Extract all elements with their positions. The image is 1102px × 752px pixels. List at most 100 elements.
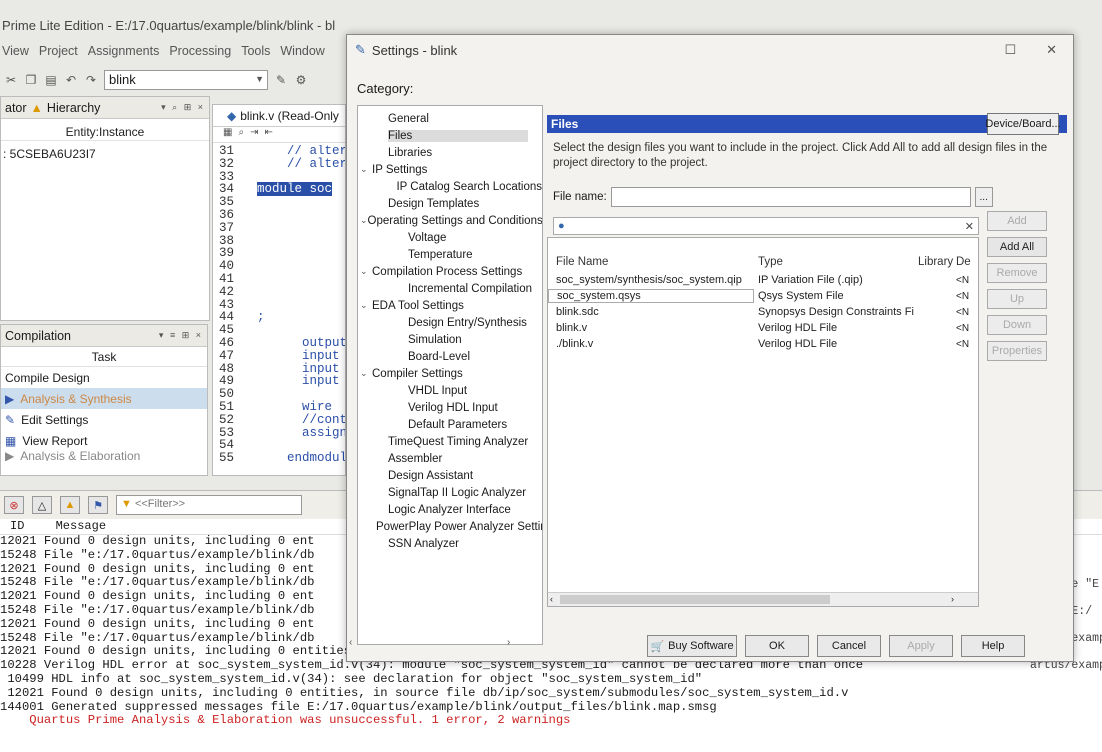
find-icon[interactable]: ⌕ <box>238 127 244 142</box>
restore-icon[interactable]: ☐ <box>1004 42 1016 58</box>
undo-icon[interactable]: ↶ <box>64 73 78 87</box>
clear-search-icon[interactable]: ✕ <box>965 220 978 233</box>
up-button[interactable]: Up <box>987 289 1047 309</box>
navigator-tab-label[interactable]: ator <box>5 101 27 115</box>
project-combo[interactable]: blink ▼ <box>104 70 268 90</box>
menu-project[interactable]: Project <box>39 42 78 64</box>
critical-warning-filter-icon[interactable]: △ <box>32 496 52 514</box>
gear-icon[interactable]: ⚙ <box>294 73 308 87</box>
scrollbar-thumb[interactable] <box>560 595 830 604</box>
editor-body[interactable]: 31 32 33 34 35 36 37 38 39 40 41 42 43 44 45 46 47 48 49 50… <box>213 145 345 475</box>
scroll-right-icon[interactable]: › <box>507 637 510 648</box>
category-item[interactable]: SignalTap II Logic Analyzer <box>358 484 542 501</box>
category-item[interactable]: Design Entry/Synthesis <box>358 314 542 331</box>
properties-button[interactable]: Properties <box>987 341 1047 361</box>
pane-controls-icon[interactable]: ▾ ⌕ ⊞ × <box>161 102 205 113</box>
scroll-left-icon[interactable]: ‹ <box>349 637 352 648</box>
message-line[interactable]: 12021 Found 0 design units, including 0 … <box>0 687 1102 701</box>
editor-tab[interactable]: ◆ blink.v (Read-Only <box>213 105 345 127</box>
category-item[interactable]: Verilog HDL Input <box>358 399 542 416</box>
category-item[interactable]: ⌄ Operating Settings and Conditions <box>358 212 542 229</box>
menu-processing[interactable]: Processing <box>169 42 231 64</box>
copy-icon[interactable]: ❐ <box>24 73 38 87</box>
category-item[interactable]: Libraries <box>358 144 542 161</box>
category-item[interactable]: Simulation <box>358 331 542 348</box>
category-item[interactable]: ⌄ Compiler Settings <box>358 365 542 382</box>
menu-view[interactable]: View <box>2 42 29 64</box>
redo-icon[interactable]: ↷ <box>84 73 98 87</box>
category-item[interactable]: Temperature <box>358 246 542 263</box>
expand-chevron-icon[interactable]: ⌄ <box>360 164 372 175</box>
category-item[interactable]: Logic Analyzer Interface <box>358 501 542 518</box>
menu-window[interactable]: Window <box>280 42 324 64</box>
category-item[interactable]: IP Catalog Search Locations <box>358 178 542 195</box>
category-item[interactable]: Default Parameters <box>358 416 542 433</box>
cancel-button[interactable]: Cancel <box>817 635 881 657</box>
file-row[interactable]: ./blink.v Verilog HDL File <N <box>548 336 978 352</box>
menu-assignments[interactable]: Assignments <box>88 42 160 64</box>
pane-controls-icon[interactable]: ▾ ≡ ⊞ × <box>159 330 203 341</box>
message-line[interactable]: 144001 Generated suppressed messages fil… <box>0 701 1102 715</box>
category-item[interactable]: TimeQuest Timing Analyzer <box>358 433 542 450</box>
error-filter-icon[interactable]: ⊗ <box>4 496 24 514</box>
task-analysis-synthesis[interactable]: ▶ Analysis & Synthesis <box>1 388 207 409</box>
category-item[interactable]: VHDL Input <box>358 382 542 399</box>
device-board-button[interactable]: Device/Board... <box>985 113 1061 135</box>
add-all-button[interactable]: Add All <box>987 237 1047 257</box>
hierarchy-tab[interactable]: Hierarchy <box>47 101 101 115</box>
file-search-input[interactable]: ● ✕ <box>553 217 979 235</box>
category-item[interactable]: Design Assistant <box>358 467 542 484</box>
code-text[interactable]: // altera // altera module soc; output in… <box>253 145 345 475</box>
category-item[interactable]: Files <box>358 127 542 144</box>
ok-button[interactable]: OK <box>745 635 809 657</box>
category-item[interactable]: ⌄ EDA Tool Settings <box>358 297 542 314</box>
category-item[interactable]: Design Templates <box>358 195 542 212</box>
file-row[interactable]: soc_system/synthesis/soc_system.qip IP Va… <box>548 272 978 288</box>
expand-chevron-icon[interactable]: ⌄ <box>360 368 372 379</box>
help-button[interactable]: Help <box>961 635 1025 657</box>
remove-button[interactable]: Remove <box>987 263 1047 283</box>
editor-tool-icon[interactable]: ▦ <box>223 127 232 142</box>
outdent-icon[interactable]: ⇤ <box>264 127 272 142</box>
task-view-report[interactable]: ▦ View Report <box>1 430 207 451</box>
category-hscroll[interactable]: ‹ › <box>347 637 527 651</box>
expand-chevron-icon[interactable]: ⌄ <box>360 300 372 311</box>
browse-button[interactable]: ... <box>974 187 993 207</box>
settings-wand-icon[interactable]: ✎ <box>274 73 288 87</box>
type-column-header[interactable]: Type <box>754 256 914 268</box>
compilation-flow-select[interactable]: Compilation <box>5 329 71 343</box>
file-name-column-header[interactable]: File Name <box>548 256 754 268</box>
message-line[interactable]: Quartus Prime Analysis & Elaboration was… <box>0 714 1102 728</box>
file-row[interactable]: soc_system.qsys Qsys System File <N <box>548 288 978 304</box>
indent-icon[interactable]: ⇥ <box>250 127 258 142</box>
category-item[interactable]: ⌄ IP Settings <box>358 161 542 178</box>
file-name-input[interactable] <box>610 187 971 207</box>
category-item[interactable]: SSN Analyzer <box>358 535 542 552</box>
scroll-right-icon[interactable]: › <box>951 594 954 604</box>
task-compile-design[interactable]: Compile Design <box>1 367 207 388</box>
close-icon[interactable]: ✕ <box>1046 42 1057 58</box>
category-item[interactable]: PowerPlay Power Analyzer Settings <box>358 518 542 535</box>
task-analysis-elaboration[interactable]: ▶ Analysis & Elaboration <box>1 451 207 461</box>
category-item[interactable]: Incremental Compilation <box>358 280 542 297</box>
scroll-left-icon[interactable]: ‹ <box>550 594 553 604</box>
file-row[interactable]: blink.sdc Synopsys Design Constraints Fil… <box>548 304 978 320</box>
message-filter-input[interactable]: ▼ <<Filter>> <box>116 495 302 515</box>
hierarchy-device[interactable]: : 5CSEBA6U23I7 <box>1 141 209 167</box>
down-button[interactable]: Down <box>987 315 1047 335</box>
add-button[interactable]: Add <box>987 211 1047 231</box>
buy-software-button[interactable]: 🛒 Buy Software <box>647 635 737 657</box>
file-row[interactable]: blink.v Verilog HDL File <N <box>548 320 978 336</box>
warning-filter-icon[interactable]: ▲ <box>60 496 80 514</box>
task-edit-settings[interactable]: ✎ Edit Settings <box>1 409 207 430</box>
category-item[interactable]: ⌄ Compilation Process Settings <box>358 263 542 280</box>
horizontal-scrollbar[interactable]: ‹ › <box>548 592 978 606</box>
category-item[interactable]: Board-Level <box>358 348 542 365</box>
cut-icon[interactable]: ✂ <box>4 73 18 87</box>
expand-chevron-icon[interactable]: ⌄ <box>360 215 368 226</box>
expand-chevron-icon[interactable]: ⌄ <box>360 266 372 277</box>
category-item[interactable]: Assembler <box>358 450 542 467</box>
category-item[interactable]: Voltage <box>358 229 542 246</box>
category-item[interactable]: General <box>358 110 542 127</box>
menu-tools[interactable]: Tools <box>241 42 270 64</box>
